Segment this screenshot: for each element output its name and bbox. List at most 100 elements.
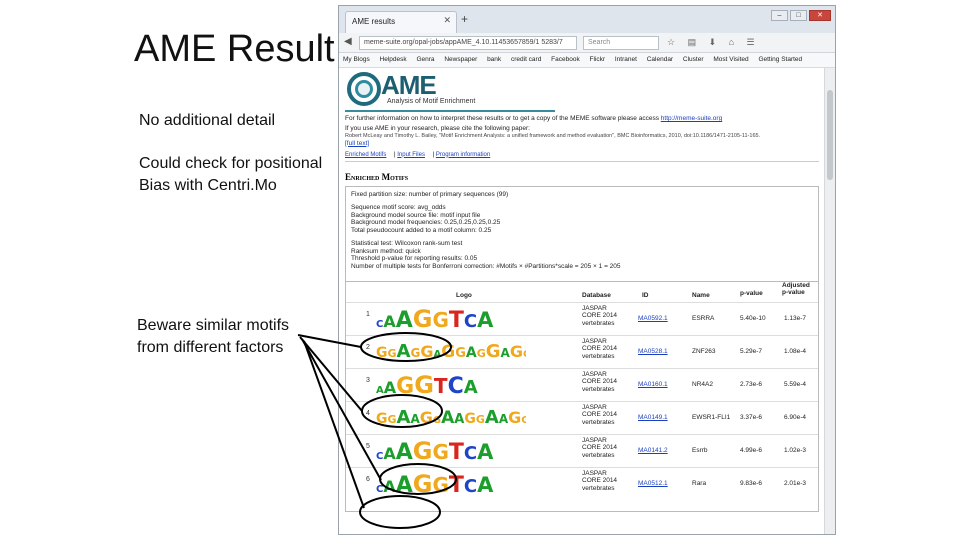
search-input[interactable]: Search <box>583 36 659 50</box>
logo-letter: T <box>448 307 464 333</box>
maximize-icon[interactable]: □ <box>790 10 807 21</box>
database-line: CORE 2014 <box>582 378 618 385</box>
database-line: CORE 2014 <box>582 444 618 451</box>
database-line: vertebrates <box>582 352 615 360</box>
sequence-logo: CAAGGTCA <box>376 470 526 498</box>
motif-id-link[interactable]: MA0512.1 <box>638 480 668 487</box>
bookmark-item[interactable]: Newspaper <box>444 56 477 63</box>
logo-letter: A <box>500 345 510 360</box>
adjusted-p-value: 1.08e-4 <box>784 347 807 355</box>
database-line: vertebrates <box>582 319 615 327</box>
minimize-icon[interactable]: – <box>771 10 788 21</box>
logo-letter: G <box>432 414 442 426</box>
logo-letter: C <box>463 310 478 332</box>
col-header-adjusted-line1: Adjusted <box>782 281 810 289</box>
new-tab-icon[interactable]: + <box>461 12 468 26</box>
logo-letter: G <box>419 407 433 427</box>
logo-letter: C <box>463 442 478 464</box>
close-window-icon[interactable]: ✕ <box>809 10 831 21</box>
bookmark-item[interactable]: Calendar <box>647 56 673 63</box>
table-row: 3 AAGGTCA JASPAR CORE 2014 vertebrates MA0160… <box>346 367 818 400</box>
col-header-pvalue[interactable]: p-value <box>740 290 763 297</box>
ame-logo-word: AME <box>381 70 437 100</box>
col-header-adjusted[interactable]: Adjusted p-value <box>782 282 810 296</box>
col-header-database[interactable]: Database <box>582 292 611 299</box>
settings-line: Sequence motif score: avg_odds <box>351 204 446 211</box>
bookmark-item[interactable]: bank <box>487 56 501 63</box>
table-row: 4 GGAAGGAAGGAAGGAAGG JASPARCORE 2014verteb… <box>346 400 818 433</box>
close-tab-icon[interactable]: ✕ <box>443 15 451 26</box>
bookmark-item[interactable]: credit card <box>511 56 541 63</box>
bookmark-item[interactable]: Most Visited <box>713 56 748 63</box>
settings-line: Fixed partition size: number of primary … <box>351 190 509 198</box>
database-line: CORE 2014 <box>582 345 618 352</box>
toolbar-icons[interactable]: ☆ ▤ ⬇ ⌂ ☰ <box>667 37 760 48</box>
nav-program-information[interactable]: Program information <box>436 152 490 158</box>
section-nav: Enriched Motifs | Input Files | Program … <box>345 152 819 162</box>
bookmark-item[interactable]: Getting Started <box>758 56 802 63</box>
bookmark-item[interactable]: Flickr <box>590 56 606 63</box>
database-cell: JASPAR CORE 2014 vertebrates <box>582 371 632 394</box>
row-number: 1 <box>366 310 370 318</box>
logo-letter: A <box>498 411 509 426</box>
logo-letter: A <box>454 411 465 427</box>
row-number: 3 <box>366 376 370 384</box>
logo-letter: G <box>414 370 434 399</box>
logo-letter: G <box>412 304 433 333</box>
logo-letter: A <box>395 439 413 465</box>
p-value: 2.73e-6 <box>740 380 763 388</box>
motif-name: NR4A2 <box>692 380 713 388</box>
logo-letter: G <box>455 345 466 361</box>
database-cell: JASPAR CORE 2014 vertebrates <box>582 437 632 460</box>
database-line: JASPAR <box>582 436 607 444</box>
settings-line: Statistical test: Wilcoxon rank-sum test <box>351 240 463 247</box>
bookmark-item[interactable]: Intranet <box>615 56 637 63</box>
motif-id-link[interactable]: MA0160.1 <box>638 381 668 388</box>
motif-name: ESRRA <box>692 314 715 322</box>
back-icon[interactable]: ◀ <box>344 36 352 47</box>
logo-letter: A <box>410 411 420 426</box>
col-header-name[interactable]: Name <box>692 292 710 299</box>
tab-ame-results[interactable]: AME results ✕ <box>345 11 457 33</box>
scrollbar-thumb[interactable] <box>827 90 833 180</box>
logo-letter: G <box>475 412 485 426</box>
table-row: 2 GGAGGAGGAGGAGGAG JASPARCORE 2014vertebra… <box>346 334 818 367</box>
logo-letter: G <box>432 439 449 464</box>
bookmark-item[interactable]: Helpdesk <box>380 56 407 63</box>
bookmark-item[interactable]: Genra <box>416 56 434 63</box>
motif-id-link[interactable]: MA0592.1 <box>638 315 668 322</box>
p-value: 9.83e-6 <box>740 479 763 487</box>
row-number: 6 <box>366 475 370 483</box>
meme-suite-link[interactable]: http://meme-suite.org <box>661 115 722 122</box>
address-bar[interactable]: meme-suite.org/opal-jobs/appAME_4.10.114… <box>359 36 577 50</box>
bookmark-item[interactable]: My Blogs <box>343 56 370 63</box>
database-line: vertebrates <box>582 385 615 393</box>
logo-letter: A <box>383 377 397 397</box>
full-text-link[interactable]: [full text] <box>345 140 819 148</box>
logo-letter: G <box>523 349 526 360</box>
motif-name: Esrrb <box>692 446 708 454</box>
settings-line: Threshold p-value for reporting results:… <box>351 255 478 262</box>
tab-title: AME results <box>352 17 396 26</box>
nav-enriched-motifs[interactable]: Enriched Motifs <box>345 152 386 158</box>
database-line: JASPAR <box>582 469 607 477</box>
logo-letter: G <box>476 346 486 360</box>
settings-line: Total pseudocount added to a motif colum… <box>351 226 492 234</box>
motif-id-link[interactable]: MA0141.2 <box>638 447 668 454</box>
vertical-scrollbar[interactable] <box>824 68 835 534</box>
page-content: AME Analysis of Motif Enrichment For fur… <box>339 68 825 534</box>
logo-letter: A <box>395 307 413 333</box>
bookmark-item[interactable]: Facebook <box>551 56 580 63</box>
motif-name: Rara <box>692 479 707 487</box>
logo-letter: G <box>387 346 397 360</box>
database-line: JASPAR <box>582 370 607 378</box>
nav-input-files[interactable]: Input Files <box>397 152 425 158</box>
sequence-logo: GGAAGGAAGGAAGGAAGG <box>376 404 526 432</box>
col-header-id[interactable]: ID <box>642 292 649 299</box>
logo-letter: A <box>477 472 494 497</box>
motif-id-link[interactable]: MA0149.1 <box>638 414 668 421</box>
database-line: vertebrates <box>582 451 615 459</box>
motif-id-link[interactable]: MA0528.1 <box>638 348 668 355</box>
p-value: 5.40e-10 <box>740 314 766 322</box>
bookmark-item[interactable]: Cluster <box>683 56 704 63</box>
